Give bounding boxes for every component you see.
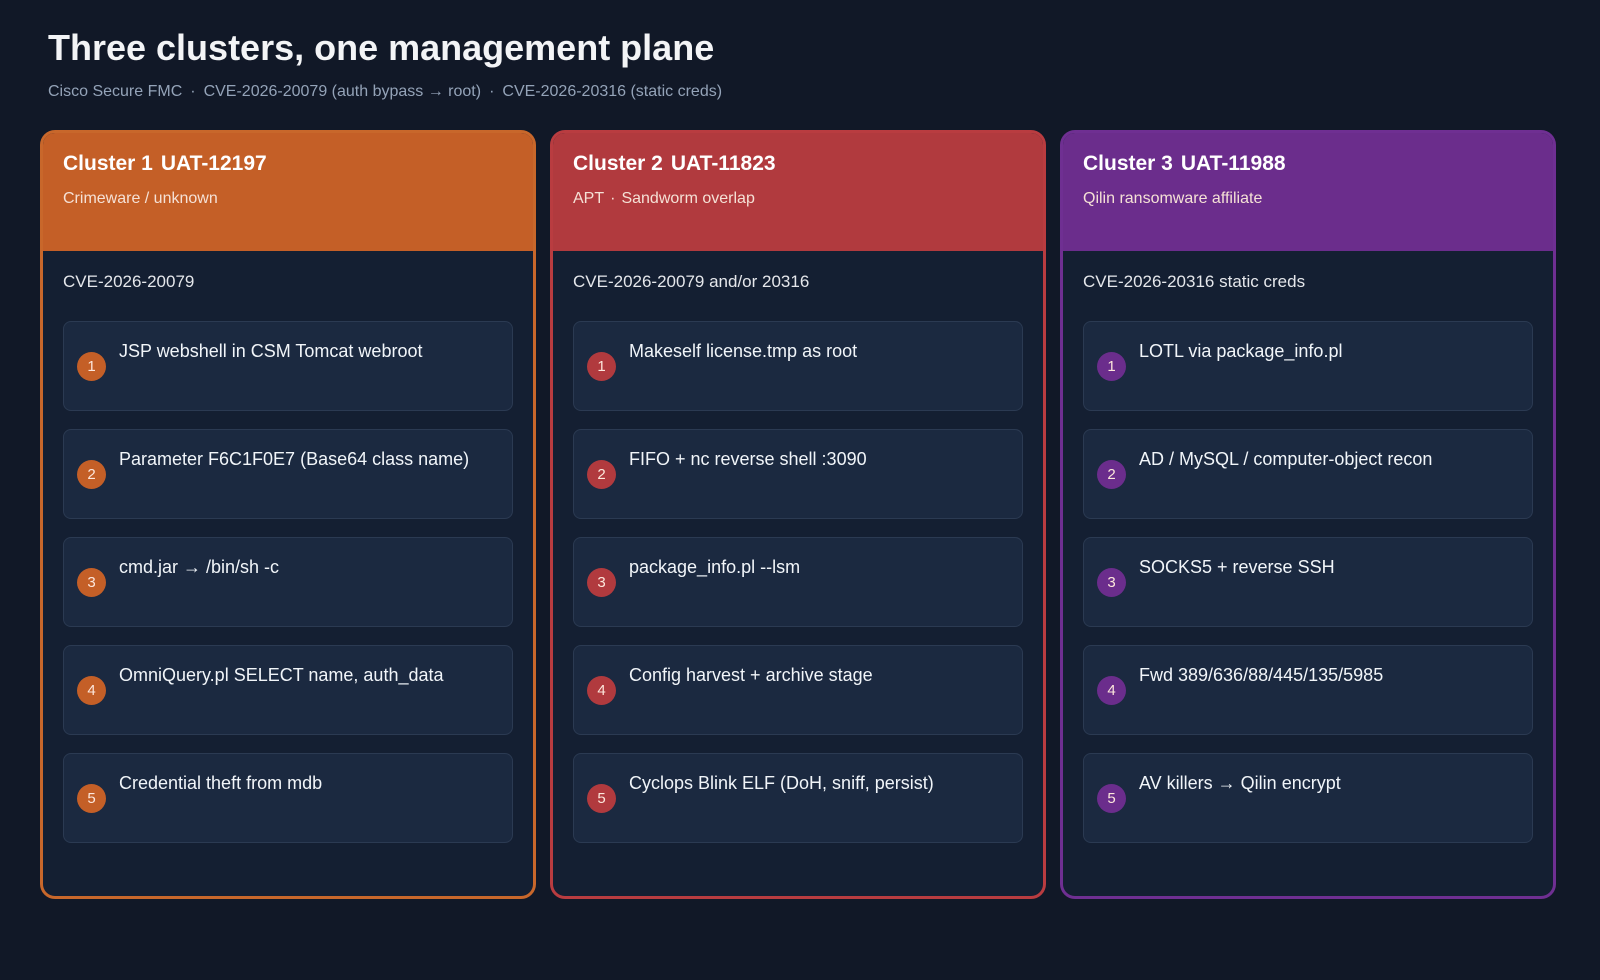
cluster-card-header: Cluster 3 UAT-11988 Qilin ransomware affi… [1063, 133, 1553, 251]
step-label: package_info.pl --lsm [629, 557, 801, 577]
cluster-columns: Cluster 1 UAT-12197 Crimeware / unknown C… [40, 130, 1581, 899]
step-card: 4 Config harvest + archive stage [573, 645, 1023, 735]
cluster-card-body: CVE-2026-20079 1 JSP webshell in CSM Tomc… [43, 251, 533, 843]
step-label: Parameter F6C1F0E7 (Base64 class name) [119, 449, 470, 469]
subtitle-cve-auth-bypass: CVE-2026-20079 (auth bypass → root) [203, 83, 482, 100]
step-number-badge: 2 [1097, 460, 1126, 489]
step-label: Fwd 389/636/88/445/135/5985 [1139, 665, 1384, 685]
step-card: 1 Makeself license.tmp as root [573, 321, 1023, 411]
step-card: 1 JSP webshell in CSM Tomcat webroot [63, 321, 513, 411]
cluster-name: Cluster 3 [1083, 152, 1173, 175]
cluster-cve: CVE-2026-20079 [63, 272, 195, 291]
cluster-tagline: APT · Sandworm overlap [573, 189, 1023, 209]
step-card: 5 Cyclops Blink ELF (DoH, sniff, persist) [573, 753, 1023, 843]
cluster-tagline-text: Crimeware / unknown [63, 190, 218, 207]
cluster-card-body: CVE-2026-20079 and/or 20316 1 Makeself li… [553, 251, 1043, 843]
step-label: OmniQuery.pl SELECT name, auth_data [119, 665, 444, 685]
step-card: 2 AD / MySQL / computer-object recon [1083, 429, 1533, 519]
step-number-badge: 5 [1097, 784, 1126, 813]
step-label: Credential theft from mdb [119, 773, 323, 793]
cluster-steps: 1 JSP webshell in CSM Tomcat webroot 2 Par… [63, 321, 513, 843]
cluster-tagline: Crimeware / unknown [63, 189, 513, 209]
step-card: 2 FIFO + nc reverse shell :3090 [573, 429, 1023, 519]
step-label: AV killers → Qilin encrypt [1139, 773, 1341, 793]
step-number-badge: 3 [1097, 568, 1126, 597]
cluster-card-body: CVE-2026-20316 static creds 1 LOTL via pa… [1063, 251, 1553, 843]
cluster-card-2: Cluster 2 UAT-11823 APT · Sandworm overlap … [550, 130, 1046, 899]
step-number-badge: 1 [587, 352, 616, 381]
cluster-title: Cluster 1 UAT-12197 [63, 151, 513, 177]
cluster-id: UAT-11988 [1180, 152, 1286, 175]
step-number-badge: 5 [587, 784, 616, 813]
page-title: Three clusters, one management plane [48, 27, 715, 68]
step-card: 4 OmniQuery.pl SELECT name, auth_data [63, 645, 513, 735]
step-number-badge: 5 [77, 784, 106, 813]
cluster-card-3: Cluster 3 UAT-11988 Qilin ransomware affi… [1060, 130, 1556, 899]
step-number-badge: 4 [587, 676, 616, 705]
cluster-card-header: Cluster 1 UAT-12197 Crimeware / unknown [43, 133, 533, 251]
page-header: Three clusters, one management plane Cis… [48, 26, 722, 102]
cluster-tagline-extra: Sandworm overlap [621, 190, 755, 207]
step-number-badge: 2 [587, 460, 616, 489]
cluster-tagline-text: APT [573, 190, 605, 207]
step-number-badge: 1 [1097, 352, 1126, 381]
step-label: SOCKS5 + reverse SSH [1139, 557, 1335, 577]
cluster-tagline-text: Qilin ransomware affiliate [1083, 190, 1263, 207]
cluster-tagline: Qilin ransomware affiliate [1083, 189, 1533, 209]
step-label: FIFO + nc reverse shell :3090 [629, 449, 867, 469]
step-number-badge: 2 [77, 460, 106, 489]
step-label: cmd.jar → /bin/sh -c [119, 557, 280, 577]
cluster-steps: 1 Makeself license.tmp as root 2 FIFO + nc… [573, 321, 1023, 843]
tagline-separator: · [610, 190, 616, 207]
cluster-cve: CVE-2026-20316 static creds [1083, 272, 1306, 291]
step-label: Config harvest + archive stage [629, 665, 873, 685]
subtitle-separator: · [489, 83, 495, 100]
step-card: 5 Credential theft from mdb [63, 753, 513, 843]
step-label: Makeself license.tmp as root [629, 341, 858, 361]
subtitle-separator: · [190, 83, 196, 100]
step-card: 3 package_info.pl --lsm [573, 537, 1023, 627]
step-label: LOTL via package_info.pl [1139, 341, 1343, 361]
step-card: 4 Fwd 389/636/88/445/135/5985 [1083, 645, 1533, 735]
subtitle-product: Cisco Secure FMC [48, 83, 183, 100]
step-number-badge: 1 [77, 352, 106, 381]
page-subtitle: Cisco Secure FMC · CVE-2026-20079 (auth by… [48, 82, 722, 102]
step-number-badge: 3 [587, 568, 616, 597]
step-label: AD / MySQL / computer-object recon [1139, 449, 1433, 469]
cluster-card-1: Cluster 1 UAT-12197 Crimeware / unknown C… [40, 130, 536, 899]
step-number-badge: 4 [1097, 676, 1126, 705]
cluster-name: Cluster 1 [63, 152, 153, 175]
step-label: JSP webshell in CSM Tomcat webroot [119, 341, 423, 361]
cluster-cve: CVE-2026-20079 and/or 20316 [573, 272, 810, 291]
cluster-id: UAT-11823 [670, 152, 776, 175]
step-number-badge: 3 [77, 568, 106, 597]
cluster-title: Cluster 2 UAT-11823 [573, 151, 1023, 177]
subtitle-cve-static-creds: CVE-2026-20316 (static creds) [502, 83, 723, 100]
step-card: 3 SOCKS5 + reverse SSH [1083, 537, 1533, 627]
cluster-id: UAT-12197 [160, 152, 267, 175]
step-card: 1 LOTL via package_info.pl [1083, 321, 1533, 411]
cluster-card-header: Cluster 2 UAT-11823 APT · Sandworm overlap [553, 133, 1043, 251]
cluster-title: Cluster 3 UAT-11988 [1083, 151, 1533, 177]
step-label: Cyclops Blink ELF (DoH, sniff, persist) [629, 773, 934, 793]
step-card: 2 Parameter F6C1F0E7 (Base64 class name) [63, 429, 513, 519]
step-card: 5 AV killers → Qilin encrypt [1083, 753, 1533, 843]
cluster-name: Cluster 2 [573, 152, 663, 175]
step-number-badge: 4 [77, 676, 106, 705]
step-card: 3 cmd.jar → /bin/sh -c [63, 537, 513, 627]
cluster-steps: 1 LOTL via package_info.pl 2 AD / MySQL / … [1083, 321, 1533, 843]
